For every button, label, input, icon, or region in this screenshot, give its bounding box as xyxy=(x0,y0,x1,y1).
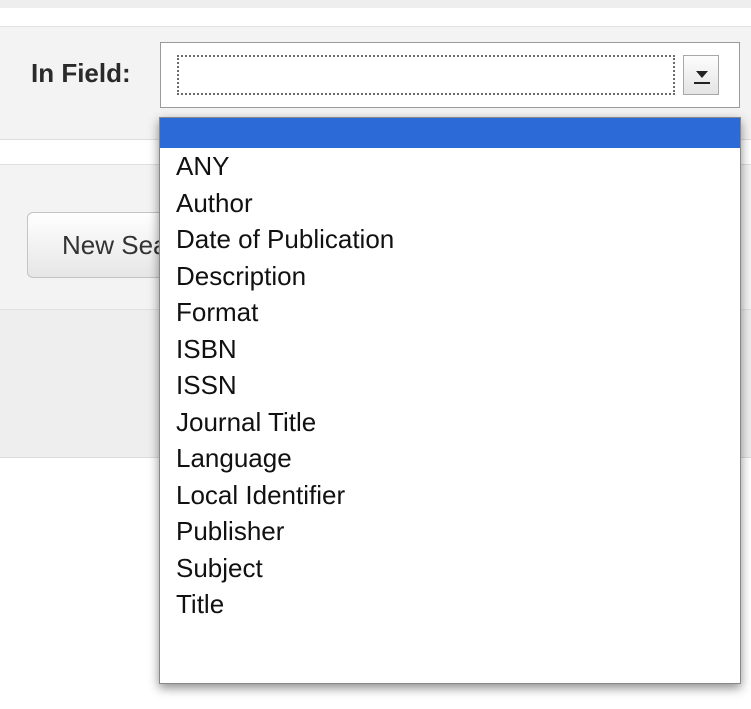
dropdown-option-journal-title[interactable]: Journal Title xyxy=(160,404,740,441)
in-field-label: In Field: xyxy=(31,58,131,88)
dropdown-option-local-identifier[interactable]: Local Identifier xyxy=(160,477,740,514)
dropdown-option-title[interactable]: Title xyxy=(160,586,740,623)
dropdown-option-author[interactable]: Author xyxy=(160,185,740,222)
dropdown-option-isbn[interactable]: ISBN xyxy=(160,331,740,368)
select-arrow-button[interactable] xyxy=(683,55,719,95)
dropdown-option-any[interactable]: ANY xyxy=(160,148,740,185)
dropdown-option-publisher[interactable]: Publisher xyxy=(160,513,740,550)
dropdown-option-issn[interactable]: ISSN xyxy=(160,367,740,404)
dropdown-option-blank[interactable] xyxy=(160,118,740,148)
dropdown-option-description[interactable]: Description xyxy=(160,258,740,295)
dropdown-option-subject[interactable]: Subject xyxy=(160,550,740,587)
top-spacer xyxy=(0,8,751,26)
dropdown-option-format[interactable]: Format xyxy=(160,294,740,331)
dropdown-option-date-of-publication[interactable]: Date of Publication xyxy=(160,221,740,258)
in-field-select[interactable] xyxy=(160,42,740,108)
top-strip xyxy=(0,0,751,8)
dropdown-option-language[interactable]: Language xyxy=(160,440,740,477)
chevron-down-icon xyxy=(696,71,708,78)
select-focus-ring xyxy=(177,55,675,95)
dropdown-options: ANY Author Date of Publication Description F… xyxy=(160,118,740,623)
field-dropdown-list[interactable]: ANY Author Date of Publication Description F… xyxy=(159,117,741,684)
chevron-bar-icon xyxy=(694,82,710,84)
